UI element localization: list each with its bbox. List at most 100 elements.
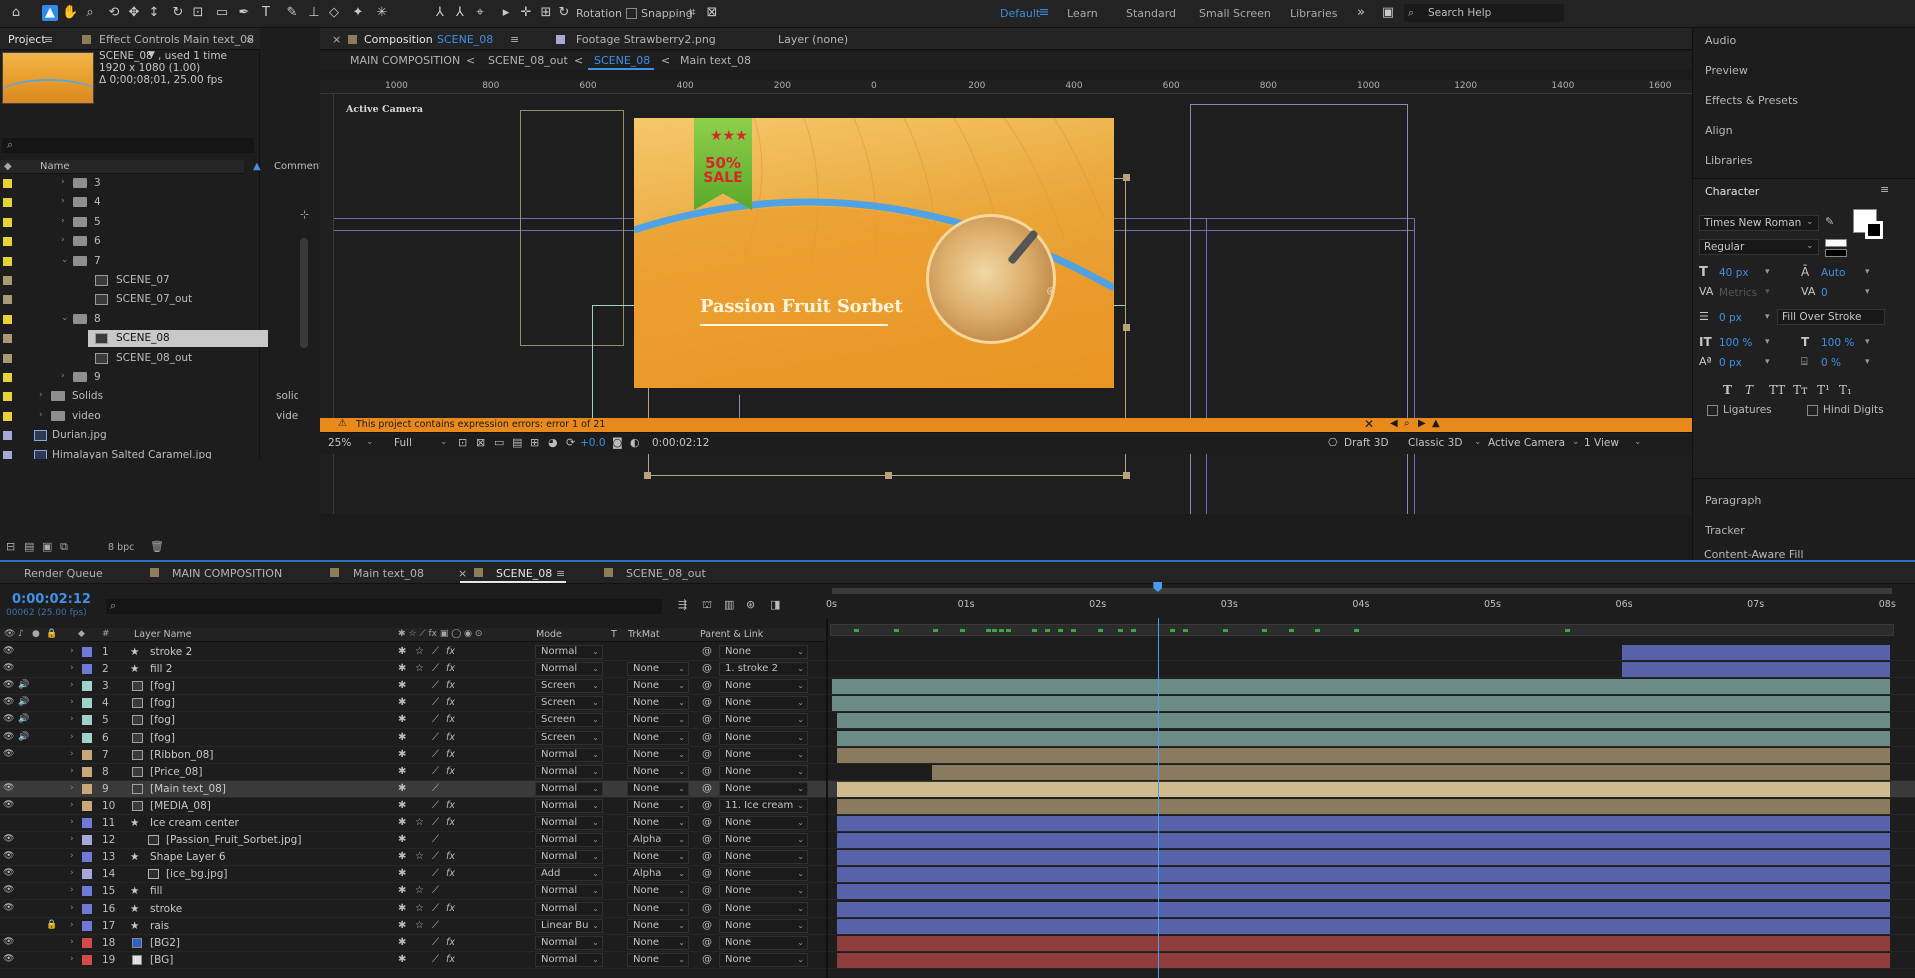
layer-name[interactable]: fill 2 [150, 663, 172, 675]
keyframe-marker[interactable] [1031, 629, 1037, 632]
eye-icon[interactable]: 👁 [3, 749, 14, 759]
collapse-switch-icon[interactable]: ✱ [398, 920, 406, 931]
chevron-right-icon[interactable]: › [70, 920, 74, 930]
layer-duration-bar[interactable] [837, 833, 1890, 849]
label-swatch[interactable] [82, 869, 92, 880]
search-help-input[interactable]: Search Help [1428, 7, 1491, 19]
layer-name[interactable]: [fog] [150, 680, 175, 692]
eye-icon[interactable]: 👁 [3, 732, 14, 742]
pick-whip-icon[interactable]: @ [702, 732, 712, 743]
chevron-right-icon[interactable]: › [70, 680, 74, 690]
chevron-right-icon[interactable]: › [70, 783, 74, 793]
selection-tool-icon[interactable]: ▲ [42, 5, 58, 21]
eye-icon[interactable]: 👁 [3, 680, 14, 690]
trash-icon[interactable]: 🗑 [150, 540, 164, 553]
keyframe-marker[interactable] [1262, 629, 1268, 632]
subscript-button[interactable]: T₁ [1839, 383, 1852, 397]
layer-name[interactable]: [Price_08] [150, 766, 202, 778]
layer-row[interactable]: 👁 › 1 ★ stroke 2 ✱ ☆ ⟋ fx Normal ⌄ @ None ⌄ [0, 644, 1915, 661]
layer-duration-bar[interactable] [837, 730, 1890, 746]
quality-slash-icon[interactable]: ⟋ [432, 646, 439, 657]
pick-whip-icon[interactable]: @ [702, 697, 712, 708]
video-switch-icon[interactable]: 👁 [4, 629, 15, 639]
eye-icon[interactable]: 👁 [3, 783, 14, 793]
close-tab-icon[interactable]: × [332, 33, 341, 46]
chevron-right-icon[interactable]: › [61, 196, 65, 206]
ligatures-checkbox[interactable] [1707, 405, 1718, 416]
workspace-small-screen[interactable]: Small Screen [1199, 7, 1271, 20]
quality-slash-icon[interactable]: ⟋ [432, 851, 439, 862]
track-matte-select[interactable]: None ⌄ [627, 918, 689, 933]
layer-row[interactable]: 👁 🔊 › 5 [fog] ✱ ⟋ fx Screen ⌄ None ⌄ @ None ⌄ [0, 712, 1915, 730]
quality-switch-icon[interactable]: ☆ [415, 903, 424, 914]
chevron-right-icon[interactable]: › [70, 903, 74, 913]
workspace-menu-icon[interactable]: ≡ [1036, 5, 1052, 21]
eye-icon[interactable]: 👁 [3, 851, 14, 861]
chevron-right-icon[interactable]: › [61, 371, 65, 381]
interpret-footage-icon[interactable]: ⊟ [6, 540, 15, 553]
keyframe-marker[interactable] [893, 629, 899, 632]
layer-row[interactable]: 👁 🔊 › 4 [fog] ✱ ⟋ fx Screen ⌄ None ⌄ @ None ⌄ [0, 695, 1915, 713]
viewer-timecode[interactable]: 0:00:02:12 [652, 437, 709, 449]
track-matte-select[interactable]: None ⌄ [627, 884, 689, 899]
parent-select[interactable]: 11. Ice cream ⌄ [719, 798, 808, 813]
chevron-right-icon[interactable]: › [70, 749, 74, 759]
keyframe-marker[interactable] [959, 629, 965, 632]
track-matte-select[interactable]: None ⌄ [627, 730, 689, 745]
tab-render-queue[interactable]: Render Queue [24, 567, 103, 580]
chevron-right-icon[interactable]: › [70, 834, 74, 844]
pick-whip-icon[interactable]: @ [702, 680, 712, 691]
tab-main-composition[interactable]: MAIN COMPOSITION [172, 567, 282, 580]
label-swatch[interactable] [3, 198, 12, 208]
layer-name[interactable]: [Main text_08] [150, 783, 226, 795]
chevron-right-icon[interactable]: › [61, 177, 65, 187]
pick-whip-icon[interactable]: @ [702, 851, 712, 862]
layer-row[interactable]: 👁 › 10 [MEDIA_08] ✱ ⟋ fx Normal ⌄ None ⌄ @11. Ice c… [0, 798, 1915, 815]
label-swatch[interactable] [3, 256, 12, 266]
workspace-default[interactable]: Default [1000, 7, 1040, 20]
label-swatch[interactable] [3, 373, 12, 382]
parent-select[interactable]: None ⌄ [719, 679, 808, 694]
collapse-switch-icon[interactable]: ✱ [398, 800, 406, 811]
quality-slash-icon[interactable]: ⟋ [432, 954, 439, 965]
stroke-color-swatch[interactable] [1865, 221, 1883, 239]
horizontal-scale-value[interactable]: 100 % [1821, 337, 1854, 349]
chevron-right-icon[interactable]: › [70, 800, 74, 810]
label-swatch[interactable] [82, 818, 92, 828]
track-matte-select[interactable]: None ⌄ [627, 696, 689, 711]
tab-scene-08[interactable]: SCENE_08 [496, 567, 552, 580]
sort-ascending-icon[interactable]: ▲ [253, 161, 261, 172]
layer-duration-bar[interactable] [837, 798, 1890, 814]
parent-select[interactable]: None ⌄ [719, 867, 808, 882]
timeline-menu-icon[interactable]: ≡ [556, 567, 565, 580]
chevron-down-icon[interactable]: ⌄ [61, 313, 69, 323]
layer-row[interactable]: 👁 › 2 ★ fill 2 ✱ ☆ ⟋ fx Normal ⌄ None ⌄ @1. stroke 2 ⌄ [0, 661, 1915, 679]
faux-italic-button[interactable]: T [1745, 383, 1753, 397]
keyframe-marker[interactable] [992, 629, 998, 632]
breadcrumb-main-text08[interactable]: Main text_08 [680, 54, 751, 67]
collapse-switch-icon[interactable]: ✱ [398, 714, 406, 725]
layer-name[interactable]: [fog] [150, 714, 175, 726]
quality-slash-icon[interactable]: ⟋ [432, 732, 439, 743]
transform-handle[interactable] [1123, 174, 1130, 181]
eye-icon[interactable]: 👁 [3, 937, 14, 947]
label-swatch[interactable] [82, 835, 92, 846]
eye-icon[interactable]: 👁 [3, 697, 14, 707]
eyedropper-icon[interactable]: ✎ [1825, 215, 1834, 228]
label-swatch[interactable] [82, 664, 92, 675]
no-fill-icon[interactable] [1825, 239, 1847, 247]
quality-slash-icon[interactable]: ⟋ [432, 783, 439, 794]
collapse-switch-icon[interactable]: ✱ [398, 646, 406, 657]
puppet-tool-icon[interactable]: ✳ [374, 5, 390, 21]
eye-icon[interactable]: 👁 [3, 800, 14, 810]
thumb-dropdown-icon[interactable]: ▼ [148, 50, 155, 60]
layer-name[interactable]: fill [150, 885, 162, 897]
blend-mode-select[interactable]: Normal ⌄ [535, 816, 603, 830]
effects-switch-icon[interactable]: fx [446, 903, 455, 914]
layer-row[interactable]: 👁 › 19 [BG] ✱ ⟋ fx Normal ⌄ None ⌄ @ None ⌄ [0, 952, 1915, 969]
tsume-value[interactable]: 0 % [1821, 357, 1841, 369]
layer-name[interactable]: [fog] [150, 697, 175, 709]
blend-mode-select[interactable]: Add ⌄ [535, 867, 603, 882]
renderer-select[interactable]: Classic 3D [1408, 437, 1462, 449]
blend-mode-select[interactable]: Normal ⌄ [535, 662, 603, 677]
